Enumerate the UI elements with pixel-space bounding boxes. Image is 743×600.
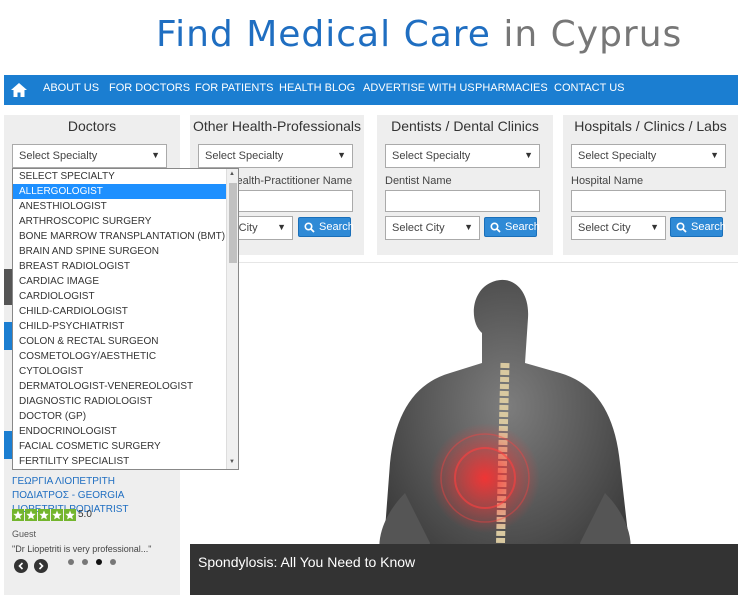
chevron-down-icon: ▼: [151, 150, 160, 160]
dropdown-option[interactable]: FACIAL COSMETIC SURGERY: [13, 439, 226, 454]
specialty-dropdown-list[interactable]: SELECT SPECIALTY ALLERGOLOGIST ANESTHIOLOG…: [12, 168, 239, 470]
hero-caption-text[interactable]: Spondylosis: All You Need to Know: [198, 554, 415, 570]
nav-contact-us[interactable]: CONTACT US: [554, 82, 625, 94]
dropdown-option[interactable]: ARTHROSCOPIC SURGERY: [13, 214, 226, 229]
scroll-up-icon[interactable]: ▲: [229, 171, 235, 177]
dropdown-option[interactable]: ALLERGOLOGIST: [13, 184, 226, 199]
hospitals-panel-title: Hospitals / Clinics / Labs: [574, 118, 727, 134]
carousel-dot[interactable]: [68, 559, 74, 565]
doctors-specialty-value: Select Specialty: [19, 150, 98, 162]
hospitals-city-select[interactable]: Select City ▼: [571, 216, 666, 240]
star-icon: [51, 509, 63, 521]
hospitals-search-button[interactable]: Search: [670, 217, 726, 237]
dentists-panel: Dentists / Dental Clinics Select Special…: [377, 115, 553, 255]
dropdown-option[interactable]: BRAIN AND SPINE SURGEON: [13, 244, 226, 259]
other-specialty-value: Select Specialty: [205, 150, 284, 162]
dropdown-option[interactable]: BONE MARROW TRANSPLANTATION (BMT): [13, 229, 226, 244]
hospitals-specialty-value: Select Specialty: [578, 150, 657, 162]
dropdown-option[interactable]: DERMATOLOGIST-VENEREOLOGIST: [13, 379, 226, 394]
other-panel-title: Other Health-Professionals: [192, 118, 362, 134]
nav-advertise-with-us[interactable]: ADVERTISE WITH US: [363, 82, 475, 94]
nav-pharmacies[interactable]: PHARMACIES: [475, 82, 548, 94]
next-arrow-icon[interactable]: [34, 559, 48, 573]
dentist-name-input[interactable]: [385, 190, 540, 212]
dropdown-option[interactable]: SELECT SPECIALTY: [13, 169, 226, 184]
main-navbar: ABOUT US FOR DOCTORS FOR PATIENTS HEALTH…: [4, 75, 738, 105]
dropdown-option[interactable]: DOCTOR (GP): [13, 409, 226, 424]
chevron-down-icon: ▼: [277, 222, 286, 232]
hospitals-specialty-select[interactable]: Select Specialty ▼: [571, 144, 726, 168]
chevron-down-icon: ▼: [710, 150, 719, 160]
prev-arrow-icon[interactable]: [14, 559, 28, 573]
star-icon: [64, 509, 76, 521]
star-icon: [38, 509, 50, 521]
other-specialty-select[interactable]: Select Specialty ▼: [198, 144, 353, 168]
dropdown-option[interactable]: ANESTHIOLOGIST: [13, 199, 226, 214]
dentists-specialty-select[interactable]: Select Specialty ▼: [385, 144, 540, 168]
dropdown-scrollbar[interactable]: ▲ ▼: [226, 169, 238, 469]
dropdown-option[interactable]: CHILD-CARDIOLOGIST: [13, 304, 226, 319]
hospitals-panel: Hospitals / Clinics / Labs Select Specia…: [563, 115, 738, 255]
logo-text-secondary: in Cyprus: [503, 14, 683, 55]
hospital-name-input[interactable]: [571, 190, 726, 212]
nav-about-us[interactable]: ABOUT US: [43, 82, 99, 94]
chevron-down-icon: ▼: [464, 222, 473, 232]
carousel-dot[interactable]: [110, 559, 116, 565]
dropdown-option[interactable]: FERTILITY SPECIALIST: [13, 454, 226, 469]
dropdown-option[interactable]: CARDIAC IMAGE: [13, 274, 226, 289]
dropdown-option[interactable]: BREAST RADIOLOGIST: [13, 259, 226, 274]
dentists-panel-title: Dentists / Dental Clinics: [391, 118, 539, 134]
carousel-dot-active[interactable]: [96, 559, 102, 565]
nav-for-doctors[interactable]: FOR DOCTORS: [109, 82, 190, 94]
dropdown-option[interactable]: COSMETOLOGY/AESTHETIC: [13, 349, 226, 364]
dentists-search-button[interactable]: Search: [484, 217, 540, 237]
scroll-down-icon[interactable]: ▼: [229, 459, 235, 465]
doctors-specialty-select[interactable]: Select Specialty ▼: [12, 144, 167, 168]
chevron-down-icon: ▼: [524, 150, 533, 160]
nav-health-blog[interactable]: HEALTH BLOG: [279, 82, 355, 94]
other-search-label: Search: [319, 221, 354, 233]
review-quote: "Dr Liopetriti is very professional...": [12, 544, 152, 554]
star-icon: [12, 509, 24, 521]
dropdown-option[interactable]: COLON & RECTAL SURGEON: [13, 334, 226, 349]
hero-slider[interactable]: Spondylosis: All You Need to Know: [190, 262, 738, 595]
search-icon: [304, 222, 315, 233]
nav-for-patients[interactable]: FOR PATIENTS: [195, 82, 273, 94]
dropdown-option[interactable]: DIAGNOSTIC RADIOLOGIST: [13, 394, 226, 409]
dropdown-option[interactable]: CARDIOLOGIST: [13, 289, 226, 304]
hospitals-search-label: Search: [691, 221, 726, 233]
chevron-down-icon: ▼: [650, 222, 659, 232]
doctors-panel-title: Doctors: [67, 118, 117, 134]
star-icon: [25, 509, 37, 521]
logo-text-primary: Find Medical Care: [156, 14, 491, 55]
chevron-down-icon: ▼: [337, 150, 346, 160]
home-icon[interactable]: [10, 81, 28, 99]
dentists-city-value: Select City: [392, 222, 445, 234]
dropdown-option[interactable]: ENDOCRINOLOGIST: [13, 424, 226, 439]
dropdown-option[interactable]: CYTOLOGIST: [13, 364, 226, 379]
search-icon: [490, 222, 501, 233]
hero-caption-bar[interactable]: Spondylosis: All You Need to Know: [190, 544, 738, 595]
site-logo[interactable]: Find Medical Care in Cyprus: [156, 14, 682, 60]
hospital-name-label: Hospital Name: [571, 175, 644, 187]
hospitals-city-value: Select City: [578, 222, 631, 234]
dentists-search-label: Search: [505, 221, 540, 233]
carousel-dot[interactable]: [82, 559, 88, 565]
dropdown-option[interactable]: CHILD-PSYCHIATRIST: [13, 319, 226, 334]
reviewer-name: Guest: [12, 529, 37, 539]
search-icon: [676, 222, 687, 233]
dentist-name-label: Dentist Name: [385, 175, 452, 187]
rating-value: 5.0: [78, 509, 92, 520]
dentists-specialty-value: Select Specialty: [392, 150, 471, 162]
other-search-button[interactable]: Search: [298, 217, 354, 237]
dentists-city-select[interactable]: Select City ▼: [385, 216, 480, 240]
scrollbar-thumb[interactable]: [229, 183, 237, 263]
